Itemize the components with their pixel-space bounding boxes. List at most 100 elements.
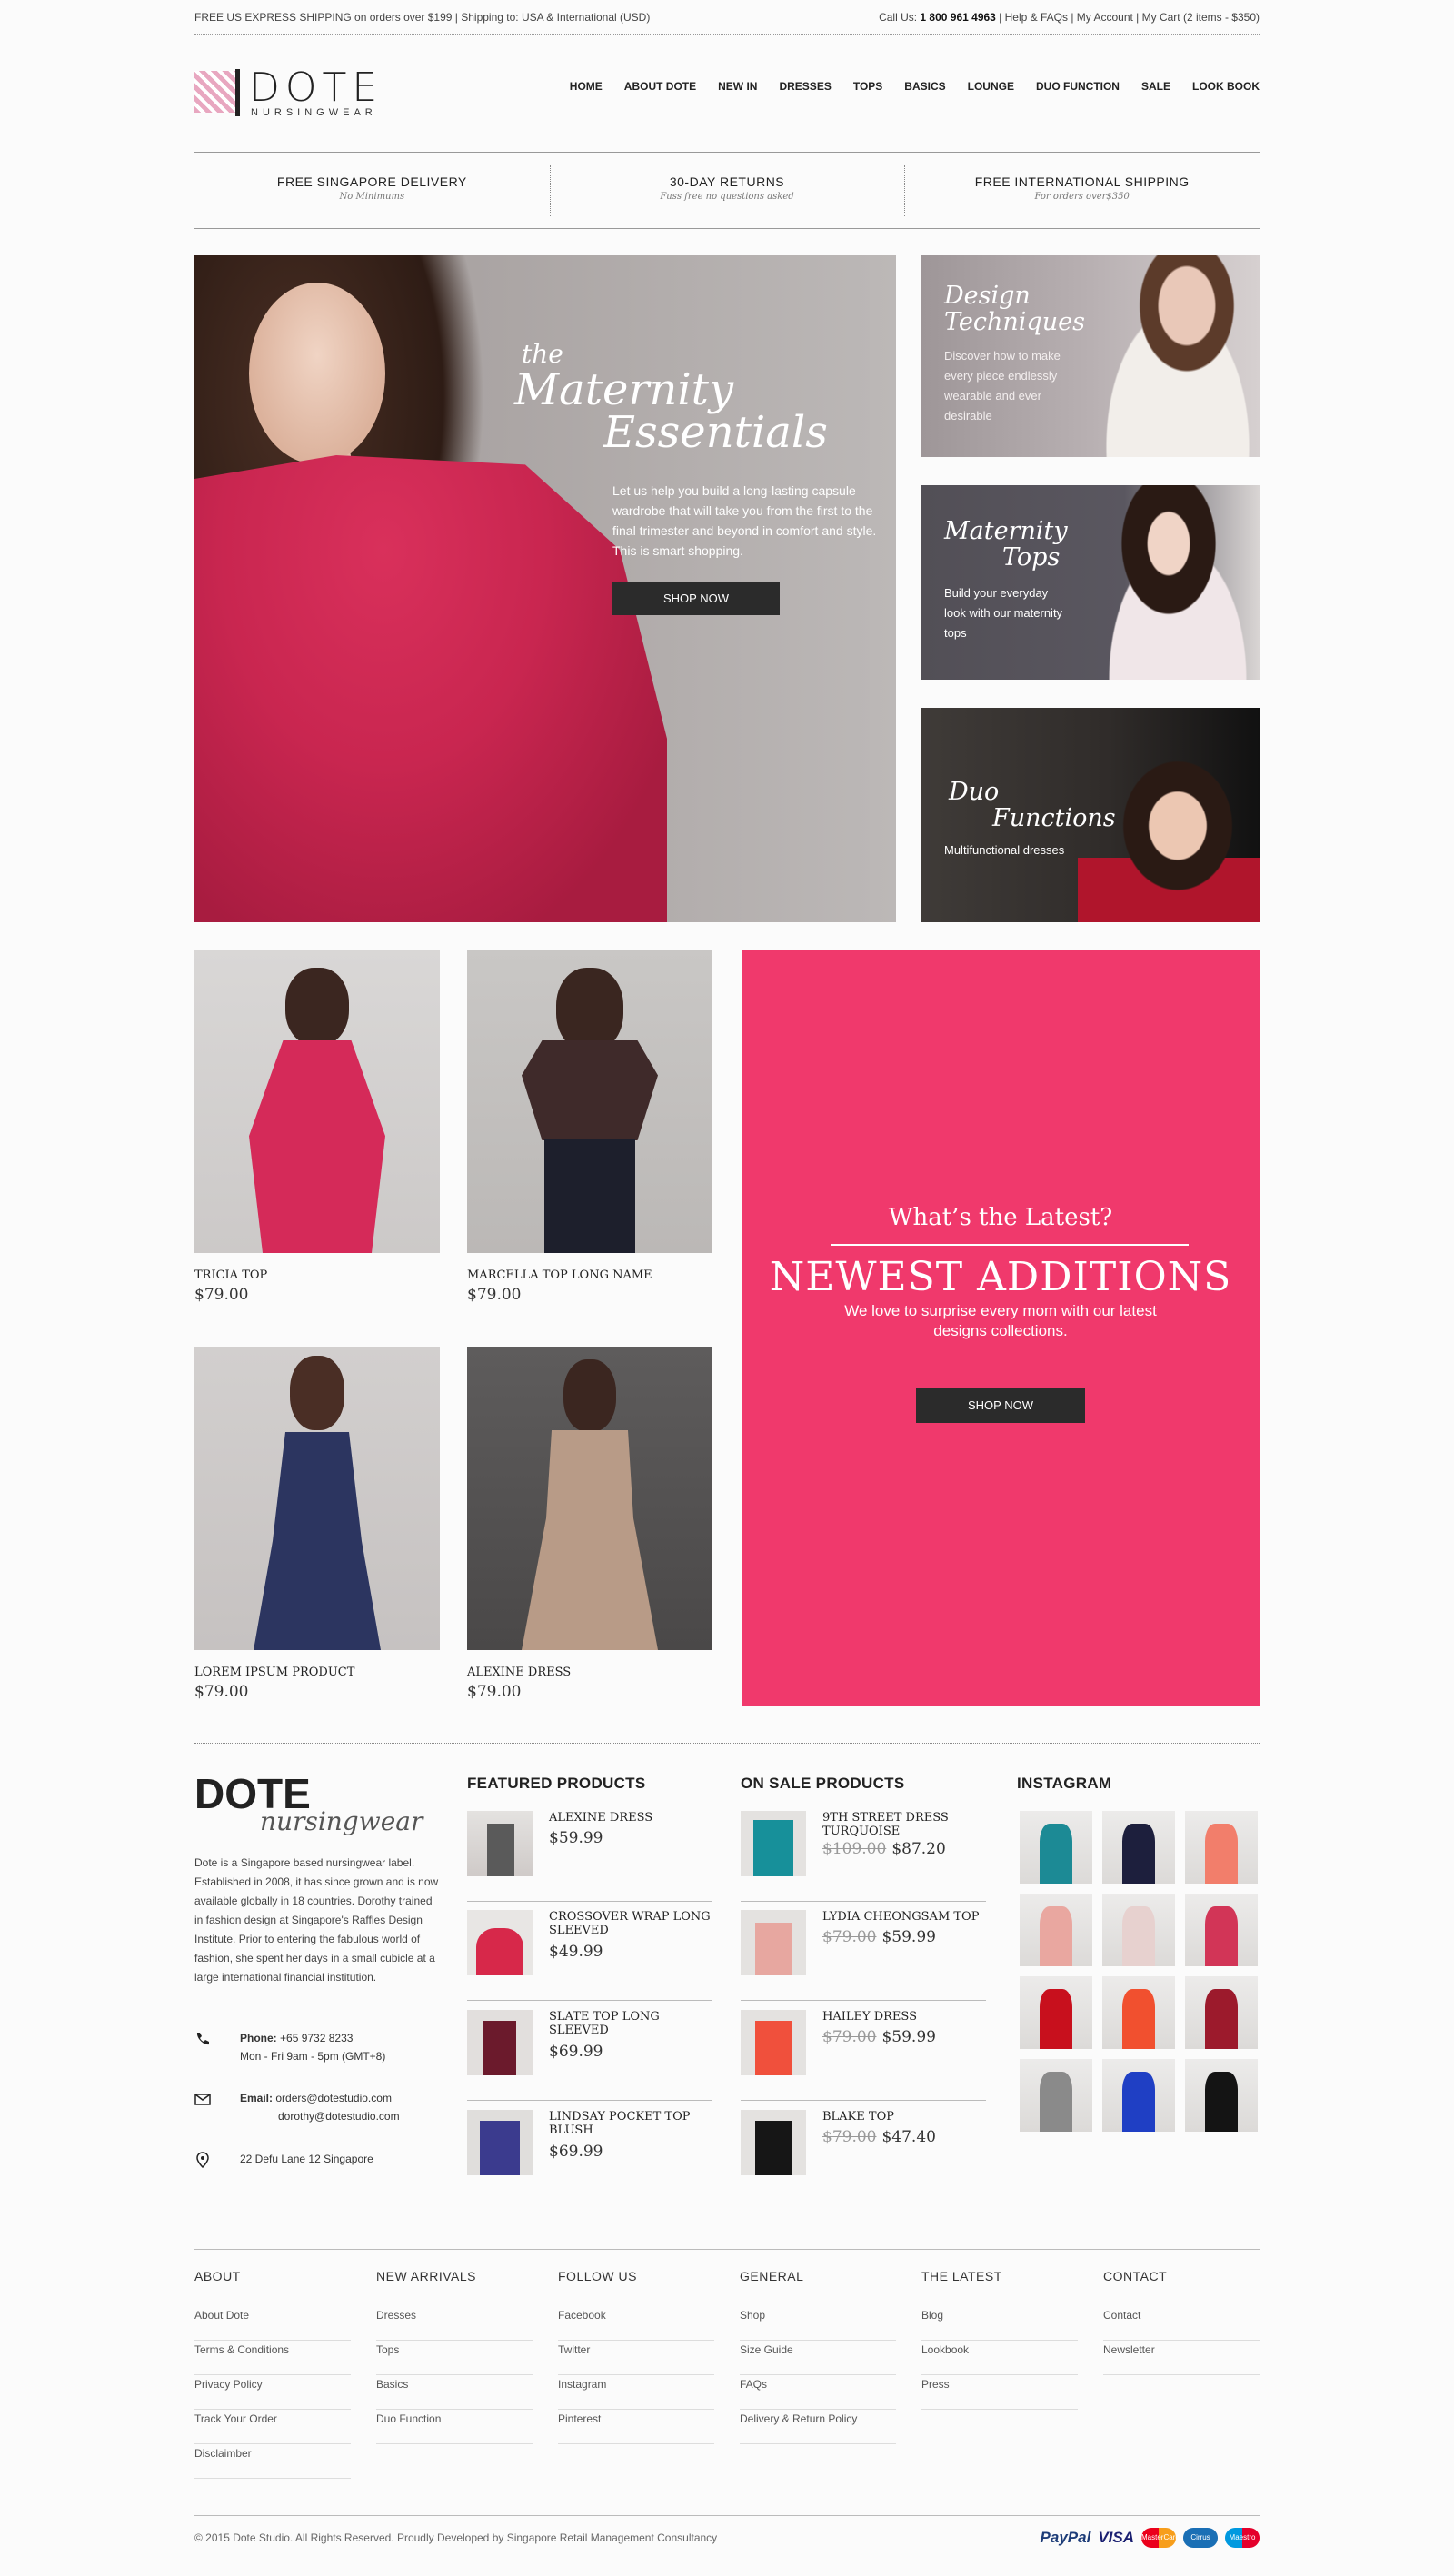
product-name[interactable]: TRICIA TOP bbox=[194, 1268, 440, 1282]
footer-link[interactable]: Newsletter bbox=[1103, 2341, 1260, 2375]
footer-link[interactable]: Contact bbox=[1103, 2306, 1260, 2341]
footer-link[interactable]: Terms & Conditions bbox=[194, 2341, 351, 2375]
nav-duo-function[interactable]: DUO FUNCTION bbox=[1036, 80, 1120, 93]
instagram-photo[interactable] bbox=[1185, 2059, 1258, 2132]
footer-link[interactable]: Size Guide bbox=[740, 2341, 896, 2375]
sale-item[interactable]: 9TH STREET DRESS TURQUOISE $109.00 $87.20 bbox=[741, 1811, 986, 1902]
hero-shop-now-button[interactable]: SHOP NOW bbox=[612, 582, 780, 615]
promo-design-techniques[interactable]: Design Techniques Discover how to make ev… bbox=[921, 255, 1260, 457]
cart-link[interactable]: My Cart (2 items - $350) bbox=[1142, 11, 1260, 24]
hero-banner[interactable]: the Maternity Essentials Let us help you… bbox=[194, 255, 896, 922]
instagram-title: INSTAGRAM bbox=[1017, 1775, 1112, 1792]
product-image[interactable] bbox=[194, 1347, 440, 1650]
item-thumbnail[interactable] bbox=[741, 2010, 806, 2075]
footer-link[interactable]: About Dote bbox=[194, 2306, 351, 2341]
product-name[interactable]: MARCELLA TOP LONG NAME bbox=[467, 1268, 712, 1282]
footer-link[interactable]: Tops bbox=[376, 2341, 533, 2375]
footer-column-title: CONTACT bbox=[1103, 2269, 1168, 2283]
sale-item[interactable]: LYDIA CHEONGSAM TOP $79.00 $59.99 bbox=[741, 1910, 986, 2001]
instagram-photo[interactable] bbox=[1020, 1811, 1092, 1884]
instagram-photo[interactable] bbox=[1185, 1976, 1258, 2049]
footer-link[interactable]: Pinterest bbox=[558, 2410, 714, 2444]
footer-link[interactable]: Instagram bbox=[558, 2375, 714, 2410]
email-link[interactable]: dorothy@dotestudio.com bbox=[278, 2110, 400, 2123]
item-thumbnail[interactable] bbox=[741, 1910, 806, 1975]
account-link[interactable]: My Account bbox=[1077, 11, 1133, 24]
sale-item[interactable]: BLAKE TOP $79.00 $47.40 bbox=[741, 2110, 986, 2201]
item-thumbnail[interactable] bbox=[467, 2010, 533, 2075]
instagram-photo[interactable] bbox=[1102, 1894, 1175, 1966]
promo-maternity-tops[interactable]: Maternity Tops Build your everyday look w… bbox=[921, 485, 1260, 680]
instagram-photo[interactable] bbox=[1102, 2059, 1175, 2132]
item-name[interactable]: ALEXINE DRESS bbox=[549, 1811, 712, 1825]
instagram-photo[interactable] bbox=[1020, 1976, 1092, 2049]
footer-link[interactable]: Shop bbox=[740, 2306, 896, 2341]
nav-dresses[interactable]: DRESSES bbox=[779, 80, 831, 93]
item-name[interactable]: BLAKE TOP bbox=[822, 2110, 986, 2123]
item-thumbnail[interactable] bbox=[467, 1910, 533, 1975]
model-pants bbox=[544, 1139, 635, 1253]
promo-duo-functions[interactable]: Duo Functions Multifunctional dresses bbox=[921, 708, 1260, 922]
product-name[interactable]: LOREM IPSUM PRODUCT bbox=[194, 1666, 440, 1679]
featured-item[interactable]: ALEXINE DRESS $59.99 bbox=[467, 1811, 712, 1902]
model-top bbox=[522, 1040, 658, 1140]
footer-link[interactable]: Duo Function bbox=[376, 2410, 533, 2444]
item-name[interactable]: 9TH STREET DRESS TURQUOISE bbox=[822, 1811, 986, 1838]
product-card[interactable]: MARCELLA TOP LONG NAME $79.00 bbox=[467, 950, 712, 1304]
item-name[interactable]: LYDIA CHEONGSAM TOP bbox=[822, 1910, 986, 1924]
footer-link[interactable]: Twitter bbox=[558, 2341, 714, 2375]
footer-link[interactable]: Blog bbox=[921, 2306, 1078, 2341]
instagram-photo[interactable] bbox=[1185, 1811, 1258, 1884]
nav-new-in[interactable]: NEW IN bbox=[718, 80, 757, 93]
item-name[interactable]: SLATE TOP LONG SLEEVED bbox=[549, 2010, 712, 2037]
footer-link[interactable]: Track Your Order bbox=[194, 2410, 351, 2444]
nav-about[interactable]: ABOUT DOTE bbox=[624, 80, 696, 93]
nav-lounge[interactable]: LOUNGE bbox=[968, 80, 1014, 93]
footer-link[interactable]: Press bbox=[921, 2375, 1078, 2410]
footer-link[interactable]: Facebook bbox=[558, 2306, 714, 2341]
product-name[interactable]: ALEXINE DRESS bbox=[467, 1666, 712, 1679]
product-card[interactable]: TRICIA TOP $79.00 bbox=[194, 950, 440, 1304]
item-thumbnail[interactable] bbox=[741, 1811, 806, 1876]
product-image[interactable] bbox=[467, 950, 712, 1253]
footer-link[interactable]: Basics bbox=[376, 2375, 533, 2410]
product-image[interactable] bbox=[194, 950, 440, 1253]
instagram-photo[interactable] bbox=[1020, 2059, 1092, 2132]
footer-link[interactable]: Delivery & Return Policy bbox=[740, 2410, 896, 2444]
logo[interactable]: DOTE NURSINGWEAR bbox=[194, 67, 431, 118]
nav-look-book[interactable]: LOOK BOOK bbox=[1192, 80, 1260, 93]
nav-tops[interactable]: TOPS bbox=[853, 80, 882, 93]
help-link[interactable]: Help & FAQs bbox=[1005, 11, 1068, 24]
nav-sale[interactable]: SALE bbox=[1141, 80, 1170, 93]
nav-basics[interactable]: BASICS bbox=[904, 80, 945, 93]
footer-link[interactable]: Privacy Policy bbox=[194, 2375, 351, 2410]
featured-item[interactable]: CROSSOVER WRAP LONG SLEEVED $49.99 bbox=[467, 1910, 712, 2001]
instagram-photo[interactable] bbox=[1102, 1811, 1175, 1884]
footer-column-general: GENERAL Shop Size Guide FAQs Delivery & Retu… bbox=[740, 2269, 896, 2444]
item-name[interactable]: HAILEY DRESS bbox=[822, 2010, 986, 2024]
newest-shop-now-button[interactable]: SHOP NOW bbox=[916, 1388, 1085, 1423]
sale-item[interactable]: HAILEY DRESS $79.00 $59.99 bbox=[741, 2010, 986, 2101]
item-thumbnail[interactable] bbox=[467, 1811, 533, 1876]
featured-item[interactable]: LINDSAY POCKET TOP BLUSH $69.99 bbox=[467, 2110, 712, 2201]
item-name[interactable]: CROSSOVER WRAP LONG SLEEVED bbox=[549, 1910, 712, 1937]
product-image[interactable] bbox=[467, 1347, 712, 1650]
instagram-photo[interactable] bbox=[1102, 1976, 1175, 2049]
instagram-photo[interactable] bbox=[1020, 1894, 1092, 1966]
item-thumbnail[interactable] bbox=[741, 2110, 806, 2175]
footer-link[interactable]: Disclaimber bbox=[194, 2444, 351, 2479]
nav-home[interactable]: HOME bbox=[570, 80, 603, 93]
email-link[interactable]: orders@dotestudio.com bbox=[275, 2092, 392, 2104]
product-card[interactable]: LOREM IPSUM PRODUCT $79.00 bbox=[194, 1347, 440, 1701]
footer-link[interactable]: FAQs bbox=[740, 2375, 896, 2410]
footer-link[interactable]: Dresses bbox=[376, 2306, 533, 2341]
old-price: $79.00 bbox=[822, 2028, 877, 2046]
footer-link[interactable]: Lookbook bbox=[921, 2341, 1078, 2375]
instagram-photo[interactable] bbox=[1185, 1894, 1258, 1966]
featured-item[interactable]: SLATE TOP LONG SLEEVED $69.99 bbox=[467, 2010, 712, 2101]
item-name[interactable]: LINDSAY POCKET TOP BLUSH bbox=[549, 2110, 712, 2137]
sale-title: ON SALE PRODUCTS bbox=[741, 1775, 905, 1792]
item-thumbnail[interactable] bbox=[467, 2110, 533, 2175]
contact-address: 22 Defu Lane 12 Singapore bbox=[194, 2150, 373, 2168]
product-card[interactable]: ALEXINE DRESS $79.00 bbox=[467, 1347, 712, 1701]
